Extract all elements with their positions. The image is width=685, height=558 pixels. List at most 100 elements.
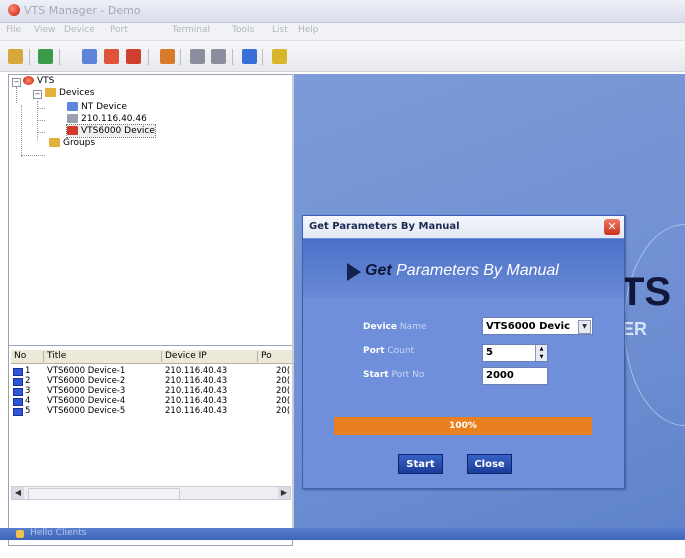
tree-node-devices[interactable]: Devices <box>45 87 94 99</box>
device-icon <box>13 368 23 376</box>
help-icon[interactable] <box>272 49 287 64</box>
table-cell: 1 <box>25 366 31 376</box>
tree-node-vts6000-device[interactable]: VTS6000 Device <box>66 124 156 138</box>
tree-node-label: NT Device <box>81 102 127 112</box>
progress-text: 100% <box>449 421 477 431</box>
table-cell: 210.116.40.43 <box>165 406 228 416</box>
tree-collapse-toggle[interactable]: − <box>33 90 42 99</box>
menu-list[interactable]: List <box>272 25 288 35</box>
dialog-title-bar: Get Parameters By Manual <box>303 216 624 238</box>
table-cell: 5 <box>25 406 31 416</box>
title-bar: VTS Manager - Demo <box>0 0 685 23</box>
table-cell: 210.116.40.43 <box>165 386 228 396</box>
toolbar-separator <box>148 49 149 65</box>
tree-node-groups[interactable]: Groups <box>49 137 95 149</box>
device-icon <box>13 388 23 396</box>
tree-collapse-toggle[interactable]: − <box>12 78 21 87</box>
connect-icon[interactable] <box>38 49 53 64</box>
port-count-label: Port Count <box>363 346 415 356</box>
table-cell: 20( <box>276 386 291 396</box>
menu-port[interactable]: Port <box>110 25 128 35</box>
table-row[interactable]: 3 VTS6000 Device-3 210.116.40.43 20( <box>11 386 292 396</box>
left-pane: − VTS − Devices NT Device 210.116.40.46 … <box>8 74 293 546</box>
status-bar: Hello Clients <box>0 528 685 540</box>
table-cell: VTS6000 Device-2 <box>47 376 126 386</box>
tree-node-ip[interactable]: 210.116.40.46 <box>67 113 147 125</box>
table-row[interactable]: 4 VTS6000 Device-4 210.116.40.43 20( <box>11 396 292 406</box>
scroll-right-icon[interactable]: ▶ <box>278 487 290 499</box>
background-logo: TS <box>620 270 672 314</box>
table-cell: VTS6000 Device-4 <box>47 396 126 406</box>
grid-icon[interactable] <box>211 49 226 64</box>
window-icon[interactable] <box>242 49 257 64</box>
start-button[interactable]: Start <box>398 454 443 474</box>
edit-icon[interactable] <box>160 49 175 64</box>
tree-node-vts[interactable]: VTS <box>23 75 54 87</box>
toolbar-separator <box>29 49 30 65</box>
table-cell: 4 <box>25 396 31 406</box>
arrow-icon <box>347 263 361 281</box>
toolbar-separator <box>262 49 263 65</box>
table-cell: 20( <box>276 366 291 376</box>
table-row[interactable]: 5 VTS6000 Device-5 210.116.40.43 20( <box>11 406 292 416</box>
get-parameters-dialog: Get Parameters By Manual ✕ Get Parameter… <box>302 215 625 489</box>
device-name-select[interactable]: VTS6000 Devic ▼ <box>482 317 593 335</box>
menu-file[interactable]: File <box>6 25 21 35</box>
toolbar <box>0 41 685 72</box>
server-icon <box>67 114 78 123</box>
device-tree: − VTS − Devices NT Device 210.116.40.46 … <box>9 75 292 343</box>
close-icon[interactable]: ✕ <box>604 219 620 235</box>
home-icon[interactable] <box>126 49 141 64</box>
folder-icon <box>49 138 60 147</box>
port-count-value: 5 <box>486 347 493 358</box>
toolbar-separator <box>232 49 233 65</box>
progress-bar: 100% <box>334 417 592 435</box>
port-count-stepper[interactable]: 5 ▲ ▼ <box>482 344 548 362</box>
table-cell: VTS6000 Device-5 <box>47 406 126 416</box>
column-header-port[interactable]: Po <box>261 351 272 361</box>
menu-terminal[interactable]: Terminal <box>172 25 210 35</box>
device-icon <box>13 398 23 406</box>
vts-icon <box>23 76 34 85</box>
device-name-label: Device Name <box>363 322 427 332</box>
computer-icon <box>67 102 78 111</box>
menu-device[interactable]: Device <box>64 25 95 35</box>
menu-tools[interactable]: Tools <box>232 25 254 35</box>
dialog-title: Get Parameters By Manual <box>309 221 460 232</box>
table-cell: 210.116.40.43 <box>165 376 228 386</box>
table-cell: 20( <box>276 376 291 386</box>
tree-node-label: VTS <box>37 76 55 86</box>
toolbar-separator <box>59 49 60 65</box>
toolbar-separator <box>180 49 181 65</box>
chevron-down-icon[interactable]: ▼ <box>578 320 591 334</box>
tree-node-label: VTS6000 Device <box>81 126 155 136</box>
device-table: No Title Device IP Po 1 VTS6000 Device-1… <box>9 345 292 558</box>
column-header-title[interactable]: Title <box>47 351 66 361</box>
close-button[interactable]: Close <box>467 454 512 474</box>
column-header-ip[interactable]: Device IP <box>165 351 207 361</box>
window-title: VTS Manager - Demo <box>24 4 141 17</box>
tree-node-label: Devices <box>59 88 95 98</box>
banner-title-bold: Get <box>365 262 392 279</box>
tree-node-nt-device[interactable]: NT Device <box>67 101 127 113</box>
table-row[interactable]: 2 VTS6000 Device-2 210.116.40.43 20( <box>11 376 292 386</box>
device-icon <box>13 408 23 416</box>
find-icon[interactable] <box>82 49 97 64</box>
table-cell: 2 <box>25 376 31 386</box>
horizontal-scrollbar[interactable]: ◀ ▶ <box>11 486 291 500</box>
save-icon[interactable] <box>104 49 119 64</box>
menu-help[interactable]: Help <box>298 25 319 35</box>
scrollbar-thumb[interactable] <box>28 488 180 500</box>
app-icon <box>8 4 20 16</box>
lock-icon[interactable] <box>8 49 23 64</box>
scroll-left-icon[interactable]: ◀ <box>12 487 24 499</box>
table-row[interactable]: 1 VTS6000 Device-1 210.116.40.43 20( <box>11 366 292 376</box>
list-icon[interactable] <box>190 49 205 64</box>
menu-view[interactable]: View <box>34 25 55 35</box>
stepper-buttons[interactable]: ▲ ▼ <box>535 345 547 361</box>
table-cell: 20( <box>276 396 291 406</box>
column-header-no[interactable]: No <box>14 351 26 361</box>
start-port-input[interactable]: 2000 <box>482 367 548 385</box>
table-cell: 3 <box>25 386 31 396</box>
table-cell: 20( <box>276 406 291 416</box>
